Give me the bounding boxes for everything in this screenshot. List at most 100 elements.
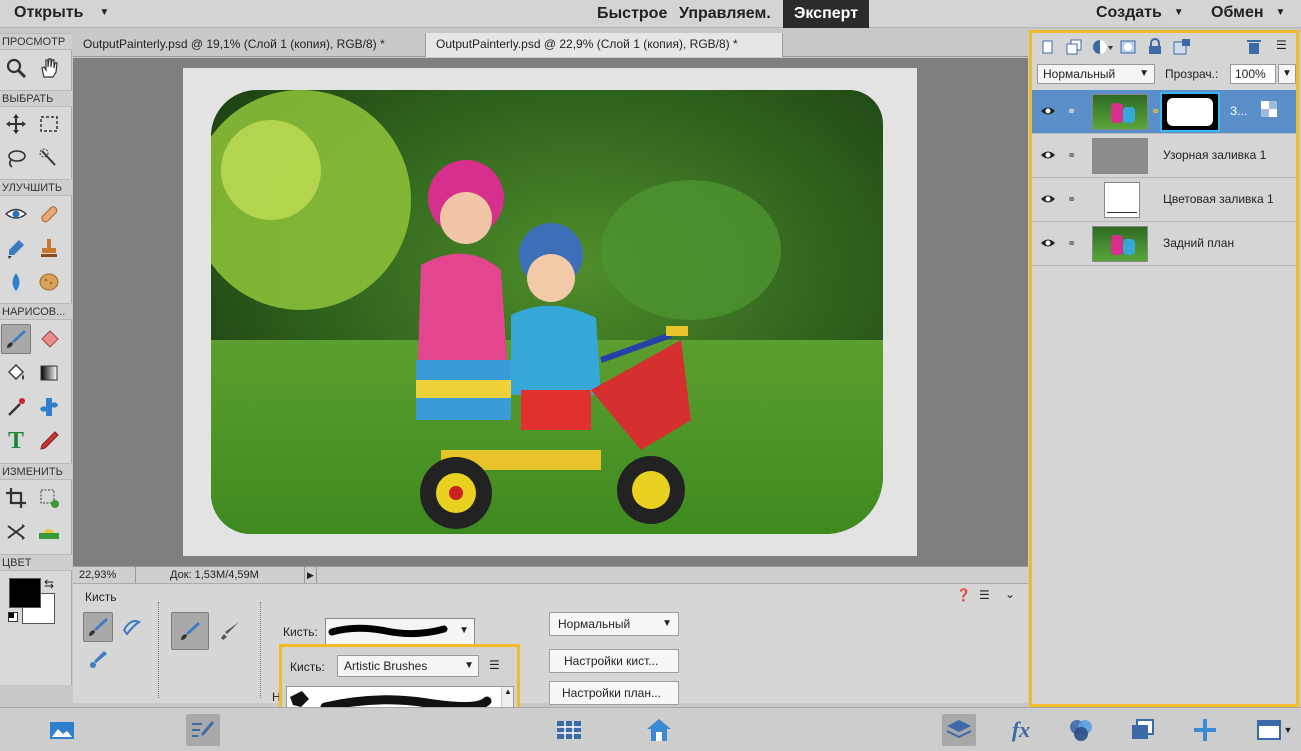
mode-expert[interactable]: Эксперт [783,0,870,28]
stamp-tool[interactable] [34,233,64,263]
eye-tool[interactable] [1,199,31,229]
chevron-down-icon: ▼ [1173,7,1184,19]
quick-select-tool[interactable] [34,143,64,173]
graphics-button[interactable] [1188,714,1222,746]
marquee-tool[interactable] [34,109,64,139]
swap-colors-icon[interactable]: ⇆ [44,577,54,591]
styles-button[interactable] [1126,714,1160,746]
photo-bin-button[interactable] [45,714,79,746]
type-tool[interactable]: T [1,426,31,456]
eraser-tool[interactable] [34,324,64,354]
airbrush-button[interactable] [215,616,245,646]
layer-name: З... [1230,104,1248,118]
opacity-input[interactable]: 100% [1230,64,1276,84]
smudge-tool[interactable] [1,233,31,263]
layer-mask-icon[interactable] [1120,39,1136,58]
layer-row[interactable]: ⚭ Узорная заливка 1 [1032,134,1296,178]
layout-button[interactable] [552,714,586,746]
status-menu-arrow-icon[interactable]: ▶ [305,567,317,584]
quick-select-icon [39,148,56,166]
zoom-readout[interactable]: 22,93% [79,569,116,581]
tablet-settings-button[interactable]: Настройки план... [549,681,679,705]
layer-mask-thumbnail[interactable] [1160,92,1220,132]
blur-tool[interactable] [1,267,31,297]
adjustment-layer-icon[interactable] [1092,39,1114,58]
mode-guided[interactable]: Управляем. [672,0,778,28]
visibility-eye-icon[interactable] [1040,105,1056,120]
gradient-tool[interactable] [34,358,64,388]
visibility-eye-icon[interactable] [1040,193,1056,208]
collapse-icon[interactable]: ⌄ [1005,587,1015,601]
sponge-tool[interactable] [34,267,64,297]
eyedropper-tool[interactable] [1,392,31,422]
brush-popup-menu-icon[interactable]: ☰ [489,658,500,672]
mask-link-icon[interactable]: ⚭ [1151,105,1160,118]
new-group-icon[interactable] [1066,39,1082,58]
panel-menu-icon[interactable]: ☰ [1276,38,1287,52]
share-menu[interactable]: Обмен ▼ [1211,4,1285,22]
airbrush-off-button[interactable] [171,612,209,650]
help-icon[interactable]: ❓ [956,588,971,602]
document-canvas[interactable] [183,68,917,556]
brush-settings-button[interactable]: Настройки кист... [549,649,679,673]
organizer-button[interactable] [642,714,676,746]
impressionist-brush-button[interactable] [117,612,147,642]
move-tool[interactable] [1,109,31,139]
section-draw: НАРИСОВ... [0,303,72,320]
brush-preset-picker[interactable]: ▼ [325,618,475,646]
zoom-tool[interactable] [1,53,31,83]
link-icon[interactable]: ⚭ [1067,193,1076,206]
options-menu-icon[interactable]: ☰ [979,588,990,602]
straighten-tool[interactable] [34,517,64,547]
layer-row[interactable]: ⚭ ⚭ З... [1032,90,1296,134]
layer-row[interactable]: ⚭ Задний план [1032,222,1296,266]
link-icon[interactable]: ⚭ [1067,105,1076,118]
blur-icon [12,273,20,291]
pencil-tool[interactable] [34,426,64,456]
lasso-tool[interactable] [1,143,31,173]
recompose-tool[interactable] [34,483,64,513]
visibility-eye-icon[interactable] [1040,149,1056,164]
link-icon[interactable]: ⚭ [1067,237,1076,250]
blend-mode-select[interactable]: Нормальный ▼ [1037,64,1155,84]
custom-shape-tool[interactable] [34,392,64,422]
brush-tool[interactable] [1,324,31,354]
mode-quick[interactable]: Быстрое [590,0,674,28]
recompose-icon [40,489,59,508]
stamp-icon [41,239,57,257]
create-menu[interactable]: Создать ▼ [1096,4,1184,22]
link-icon[interactable]: ⚭ [1067,149,1076,162]
brush-mode-button[interactable] [83,612,113,642]
content-move-tool[interactable] [1,517,31,547]
brush-label: Кисть: [283,625,318,639]
canvas-area[interactable] [73,58,1028,566]
open-menu[interactable]: Открыть ▼ [14,4,109,22]
layer-style-icon[interactable] [1260,100,1278,121]
brush-blend-mode-select[interactable]: Нормальный ▼ [549,612,679,636]
lock-icon[interactable] [1148,38,1162,58]
layers-panel-button[interactable] [942,714,976,746]
opacity-dropdown[interactable]: ▼ [1278,64,1296,84]
tab-document-1[interactable]: OutputPainterly.psd @ 19,1% (Слой 1 (коп… [73,33,426,57]
color-replace-button[interactable] [83,644,113,674]
new-layer-icon[interactable] [1040,39,1056,58]
crop-tool[interactable] [1,483,31,513]
bandage-tool[interactable] [34,199,64,229]
hand-tool[interactable] [34,53,64,83]
lock-transparent-icon[interactable] [1173,38,1191,58]
visibility-eye-icon[interactable] [1040,237,1056,252]
tool-options-button[interactable] [186,714,220,746]
paint-bucket-tool[interactable] [1,358,31,388]
eraser-icon [41,330,59,348]
tab-document-2[interactable]: OutputPainterly.psd @ 22,9% (Слой 1 (коп… [426,33,783,57]
effects-button[interactable]: fx [1004,714,1038,746]
default-colors-icon[interactable] [8,612,18,622]
foreground-color-swatch[interactable] [9,578,41,608]
more-panels-button[interactable]: ▼ [1252,714,1296,746]
trash-icon[interactable] [1246,38,1262,58]
layer-row[interactable]: ⚭ Цветовая заливка 1 [1032,178,1296,222]
filters-button[interactable] [1064,714,1098,746]
brush-set-select[interactable]: Artistic Brushes ▼ [337,655,479,677]
scroll-up-icon[interactable]: ▲ [504,687,512,696]
layer-name: Цветовая заливка 1 [1163,192,1274,206]
